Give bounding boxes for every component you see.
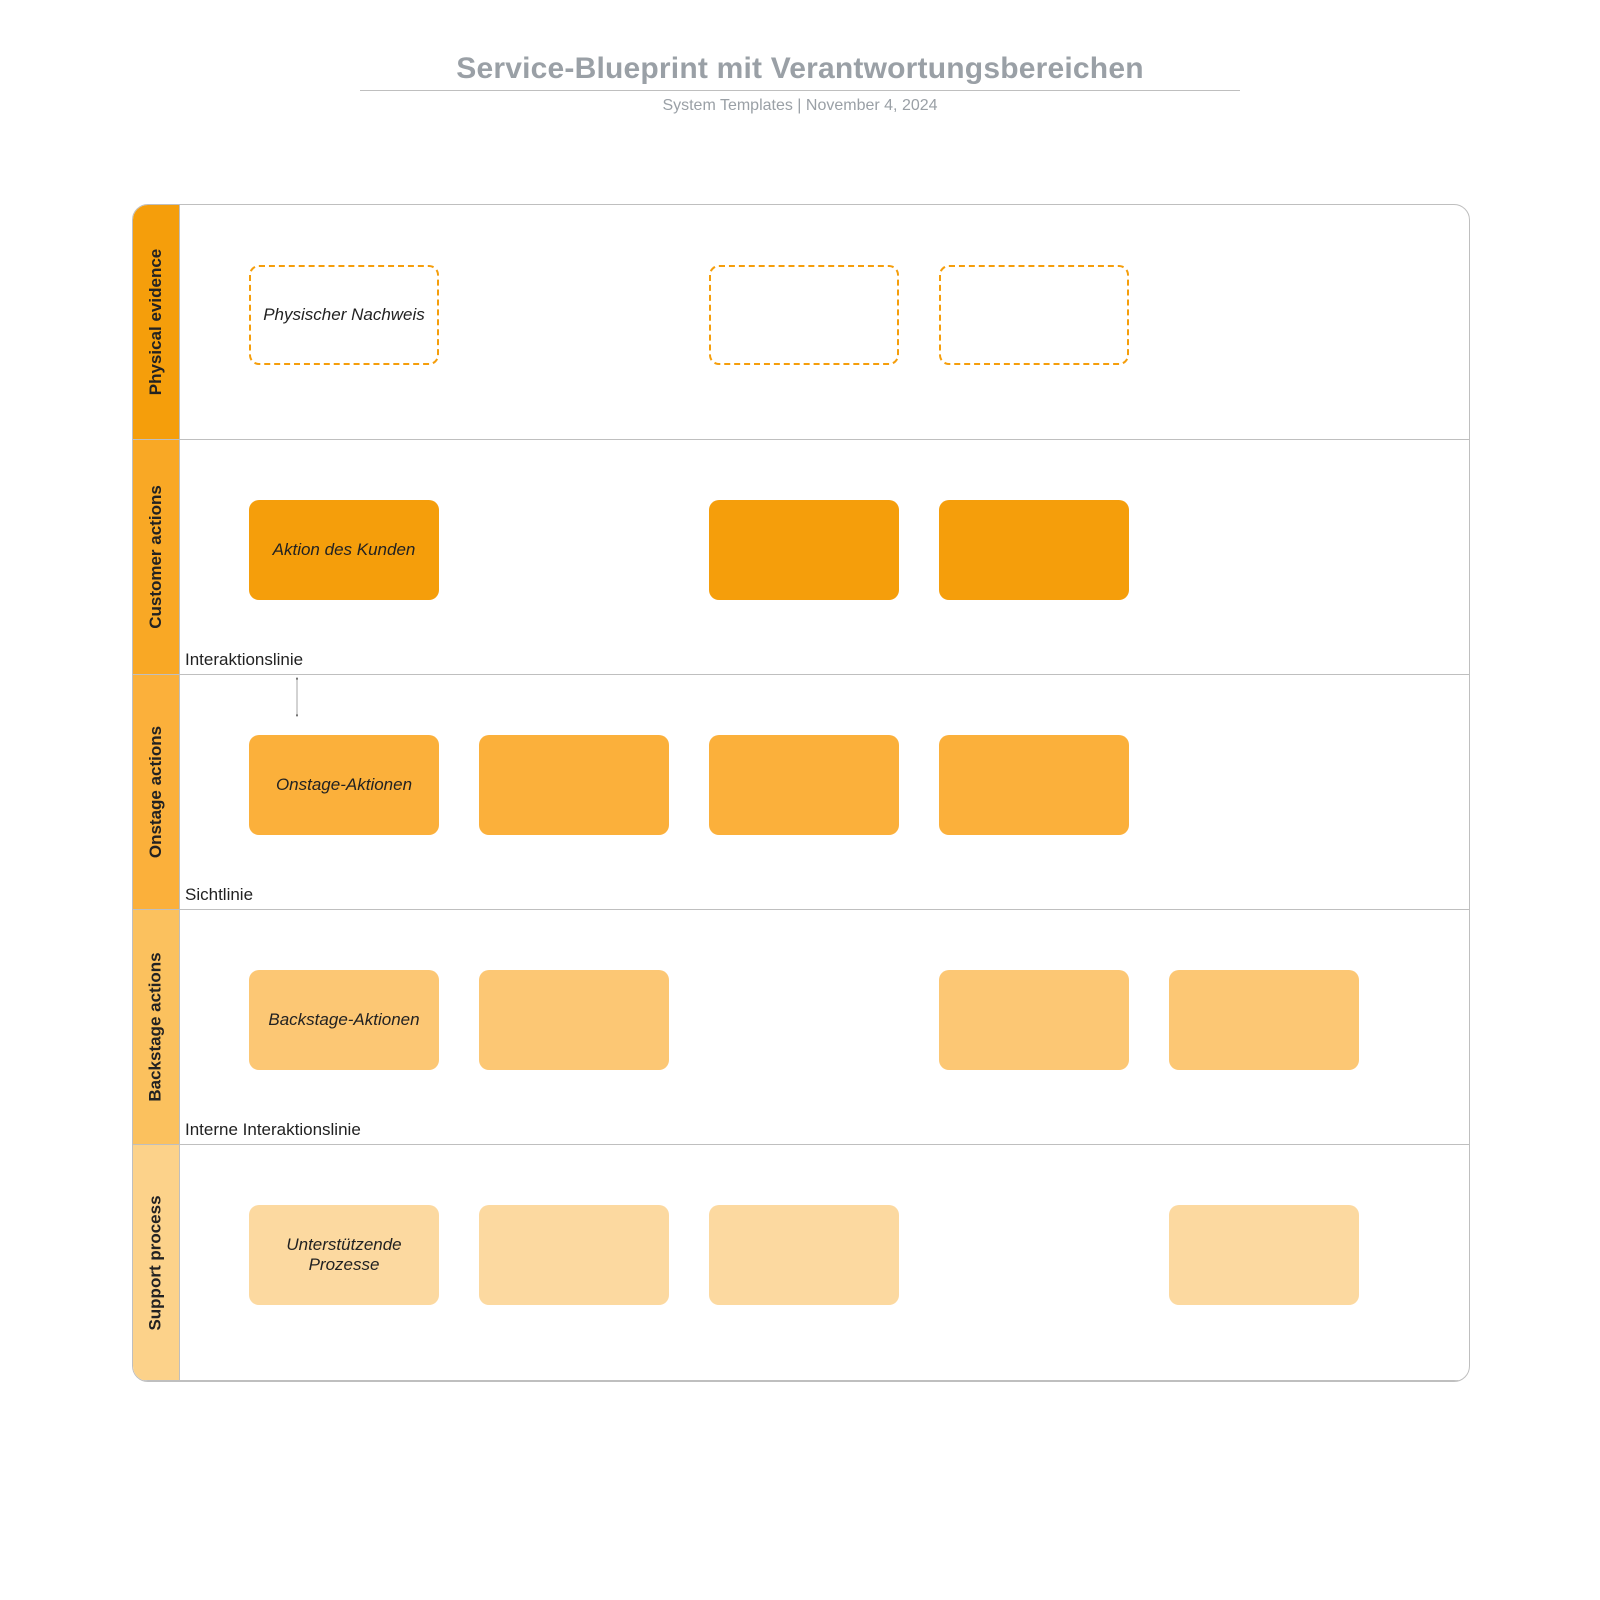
card-backstage-action-1[interactable]: Backstage-Aktionen [249,970,439,1070]
lane-customer-actions: Customer actions Aktion des Kunden Inter… [133,440,1469,675]
card-onstage-action-1[interactable]: Onstage-Aktionen [249,735,439,835]
lane-label-support-process: Support process [133,1145,180,1380]
lane-label-text: Onstage actions [146,726,166,858]
lane-label-onstage-actions: Onstage actions [133,675,180,909]
lane-label-physical-evidence: Physical evidence [133,205,180,439]
lane-backstage-actions: Backstage actions Backstage-Aktionen Int… [133,910,1469,1145]
lane-support-process: Support process Unterstützende Prozesse [133,1145,1469,1381]
card-text: Onstage-Aktionen [276,775,412,795]
diagram-subtitle: System Templates | November 4, 2024 [0,97,1600,115]
card-support-process-3[interactable] [709,1205,899,1305]
card-support-process-1[interactable]: Unterstützende Prozesse [249,1205,439,1305]
blueprint-canvas: Physical evidence Physischer Nachweis Cu… [132,204,1470,1382]
card-text: Backstage-Aktionen [268,1010,419,1030]
card-physical-evidence-1[interactable]: Physischer Nachweis [249,265,439,365]
card-backstage-action-4[interactable] [939,970,1129,1070]
card-physical-evidence-4[interactable] [939,265,1129,365]
card-backstage-action-2[interactable] [479,970,669,1070]
lane-body: Physischer Nachweis [179,205,1469,439]
page: Service-Blueprint mit Verantwortungsbere… [0,0,1600,1600]
card-support-process-2[interactable] [479,1205,669,1305]
lane-label-backstage-actions: Backstage actions [133,910,180,1144]
card-support-process-5[interactable] [1169,1205,1359,1305]
card-customer-action-3[interactable] [709,500,899,600]
lane-label-text: Physical evidence [146,249,166,395]
lane-label-text: Backstage actions [146,952,166,1101]
card-customer-action-1[interactable]: Aktion des Kunden [249,500,439,600]
card-onstage-action-3[interactable] [709,735,899,835]
header: Service-Blueprint mit Verantwortungsbere… [0,0,1600,115]
lane-label-text: Support process [146,1195,166,1330]
card-onstage-action-4[interactable] [939,735,1129,835]
lane-physical-evidence: Physical evidence Physischer Nachweis [133,205,1469,440]
lane-body: Onstage-Aktionen Sichtlinie [179,675,1469,909]
card-customer-action-4[interactable] [939,500,1129,600]
divider-visibility-line: Sichtlinie [185,885,253,905]
lane-body: Unterstützende Prozesse [179,1145,1469,1380]
card-onstage-action-2[interactable] [479,735,669,835]
card-text: Physischer Nachweis [263,305,425,325]
diagram-title: Service-Blueprint mit Verantwortungsbere… [0,52,1600,86]
divider-internal-interaction-line: Interne Interaktionslinie [185,1120,361,1140]
lane-onstage-actions: Onstage actions Onstage-Aktionen Sichtli… [133,675,1469,910]
divider-interaction-line: Interaktionslinie [185,650,303,670]
lane-body: Backstage-Aktionen Interne Interaktionsl… [179,910,1469,1144]
title-underline [360,90,1240,91]
lane-label-text: Customer actions [146,485,166,629]
card-text: Unterstützende Prozesse [249,1235,439,1275]
card-backstage-action-5[interactable] [1169,970,1359,1070]
card-physical-evidence-3[interactable] [709,265,899,365]
lane-label-customer-actions: Customer actions [133,440,180,674]
lane-body: Aktion des Kunden Interaktionslinie [179,440,1469,674]
card-text: Aktion des Kunden [273,540,416,560]
